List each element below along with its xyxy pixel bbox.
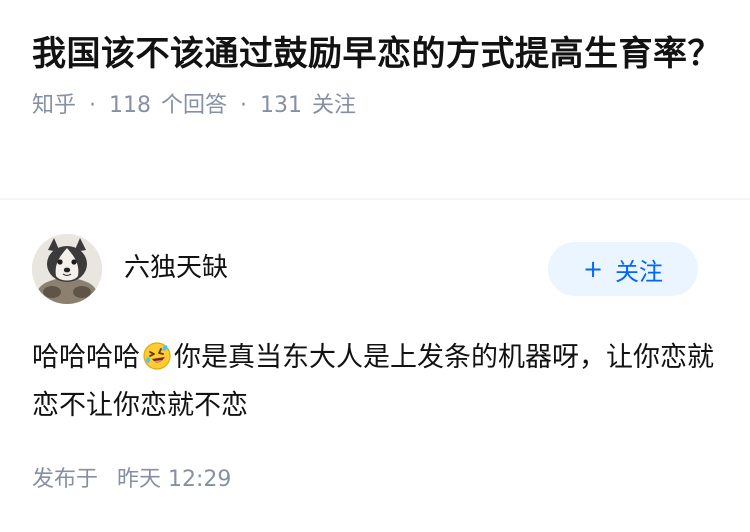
plus-icon: + bbox=[582, 255, 604, 283]
publish-time-prefix: 发布于 bbox=[32, 467, 99, 492]
rolling-on-floor-laughing-icon bbox=[143, 342, 171, 370]
answer-text-start: 哈哈哈哈 bbox=[32, 342, 140, 373]
question-title[interactable]: 我国该不该通过鼓励早恋的方式提高生育率？ bbox=[32, 30, 722, 78]
section-divider bbox=[0, 198, 750, 200]
follow-button-label: 关注 bbox=[615, 257, 664, 286]
avatar[interactable] bbox=[32, 234, 102, 304]
question-header: 我国该不该通过鼓励早恋的方式提高生育率？ 知乎 · 118 个回答 · 131 … bbox=[32, 30, 722, 120]
author-row: 六独天缺 + 关注 bbox=[32, 234, 698, 304]
publish-time-value: 昨天 12:29 bbox=[117, 467, 232, 492]
answer-content[interactable]: 哈哈哈哈 你是真当东大人是上发条的机器呀，让你恋就恋不让你恋就不恋 bbox=[32, 334, 718, 430]
follower-label: 关注 bbox=[312, 93, 357, 118]
meta-separator: · bbox=[89, 93, 97, 118]
answer-count: 118 bbox=[109, 93, 152, 118]
question-meta: 知乎 · 118 个回答 · 131 关注 bbox=[32, 92, 722, 120]
source-label[interactable]: 知乎 bbox=[32, 92, 76, 120]
author-name[interactable]: 六独天缺 bbox=[124, 252, 228, 284]
answer-count-label: 个回答 bbox=[161, 93, 228, 118]
publish-time: 发布于 昨天 12:29 bbox=[32, 466, 231, 494]
follower-count: 131 bbox=[260, 93, 303, 118]
meta-separator: · bbox=[240, 93, 248, 118]
follow-button[interactable]: + 关注 bbox=[548, 242, 698, 296]
husky-avatar-icon bbox=[32, 234, 102, 304]
